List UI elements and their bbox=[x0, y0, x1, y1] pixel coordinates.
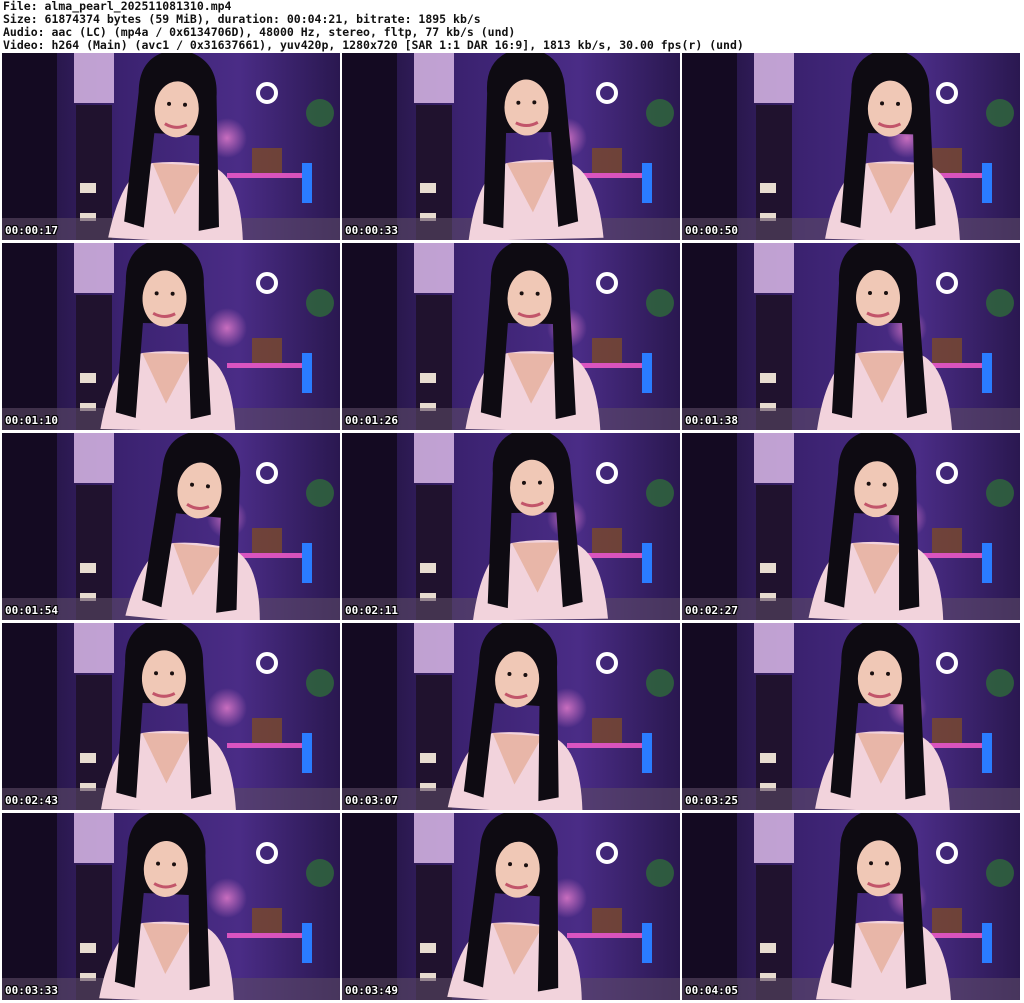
webcam-frame-image bbox=[342, 433, 680, 620]
webcam-frame-image bbox=[682, 53, 1020, 240]
webcam-frame-image bbox=[682, 433, 1020, 620]
thumbnail-timestamp: 00:03:07 bbox=[345, 794, 398, 807]
thumbnail-timestamp: 00:01:54 bbox=[5, 604, 58, 617]
webcam-frame-image bbox=[342, 53, 680, 240]
thumbnail-timestamp: 00:00:50 bbox=[685, 224, 738, 237]
thumbnail-timestamp: 00:00:17 bbox=[5, 224, 58, 237]
webcam-frame-image bbox=[2, 623, 340, 810]
webcam-frame-image bbox=[2, 813, 340, 1000]
video-thumbnail[interactable]: 00:02:27 bbox=[682, 433, 1020, 620]
video-thumbnail[interactable]: 00:00:17 bbox=[2, 53, 340, 240]
webcam-frame-image bbox=[2, 243, 340, 430]
thumbnail-timestamp: 00:02:11 bbox=[345, 604, 398, 617]
thumbnail-timestamp: 00:01:10 bbox=[5, 414, 58, 427]
thumbnail-timestamp: 00:01:38 bbox=[685, 414, 738, 427]
video-thumbnail[interactable]: 00:03:07 bbox=[342, 623, 680, 810]
video-thumbnail[interactable]: 00:04:05 bbox=[682, 813, 1020, 1000]
video-thumbnail[interactable]: 00:01:10 bbox=[2, 243, 340, 430]
video-thumbnail[interactable]: 00:03:33 bbox=[2, 813, 340, 1000]
video-thumbnail[interactable]: 00:01:38 bbox=[682, 243, 1020, 430]
video-info-line: Video: h264 (Main) (avc1 / 0x31637661), … bbox=[3, 38, 744, 52]
file-info-header: File: alma_pearl_202511081310.mp4 Size: … bbox=[3, 0, 1023, 52]
webcam-frame-image bbox=[2, 433, 340, 620]
webcam-frame-image bbox=[682, 813, 1020, 1000]
thumbnail-timestamp: 00:03:33 bbox=[5, 984, 58, 997]
thumbnail-timestamp: 00:00:33 bbox=[345, 224, 398, 237]
video-thumbnail[interactable]: 00:02:11 bbox=[342, 433, 680, 620]
thumbnail-timestamp: 00:02:43 bbox=[5, 794, 58, 807]
thumbnail-timestamp: 00:02:27 bbox=[685, 604, 738, 617]
thumbnail-timestamp: 00:03:49 bbox=[345, 984, 398, 997]
thumbnail-timestamp: 00:03:25 bbox=[685, 794, 738, 807]
webcam-frame-image bbox=[682, 623, 1020, 810]
webcam-frame-image bbox=[342, 813, 680, 1000]
webcam-frame-image bbox=[2, 53, 340, 240]
webcam-frame-image bbox=[342, 243, 680, 430]
webcam-frame-image bbox=[682, 243, 1020, 430]
thumbnail-grid: 00:00:17 00:00:33 00:00:50 00:01:10 00:0… bbox=[2, 53, 1022, 1000]
video-thumbnail[interactable]: 00:00:33 bbox=[342, 53, 680, 240]
video-thumbnail[interactable]: 00:00:50 bbox=[682, 53, 1020, 240]
video-thumbnail[interactable]: 00:01:26 bbox=[342, 243, 680, 430]
video-thumbnail[interactable]: 00:03:49 bbox=[342, 813, 680, 1000]
webcam-frame-image bbox=[342, 623, 680, 810]
video-thumbnail[interactable]: 00:01:54 bbox=[2, 433, 340, 620]
video-thumbnail[interactable]: 00:02:43 bbox=[2, 623, 340, 810]
thumbnail-timestamp: 00:01:26 bbox=[345, 414, 398, 427]
thumbnail-timestamp: 00:04:05 bbox=[685, 984, 738, 997]
video-thumbnail[interactable]: 00:03:25 bbox=[682, 623, 1020, 810]
